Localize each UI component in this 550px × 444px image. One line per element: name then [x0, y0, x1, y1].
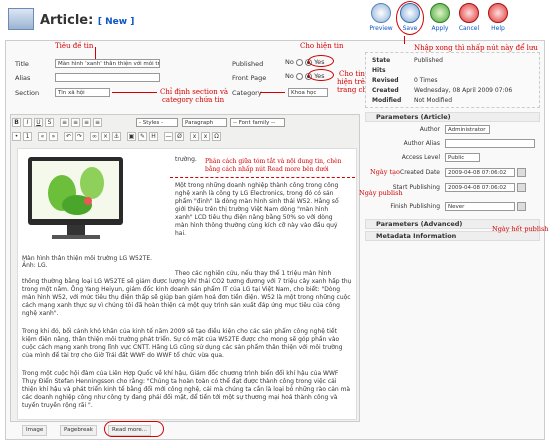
- alias-input[interactable]: [55, 73, 160, 82]
- annotation-arrow: [95, 47, 96, 59]
- annotation-title: Tiêu đề tin: [55, 42, 94, 50]
- pagebreak-button[interactable]: Pagebreak: [60, 425, 97, 436]
- styles-select[interactable]: - Styles -: [136, 118, 178, 127]
- justify-button[interactable]: ≡: [93, 118, 102, 127]
- annotation-arrow: [404, 36, 405, 44]
- align-left-button[interactable]: ≡: [60, 118, 69, 127]
- published-no-radio[interactable]: [295, 58, 303, 66]
- article-icon: [8, 8, 34, 30]
- yes-highlight: [308, 69, 334, 81]
- superscript-button[interactable]: x: [201, 132, 210, 141]
- readmore-separator: [170, 177, 355, 178]
- body-text: Theo các nghiên cứu, nếu thay thế 1 triệ…: [175, 270, 332, 277]
- monitor-image: [22, 153, 162, 253]
- calendar-icon[interactable]: [517, 168, 526, 177]
- image-button[interactable]: Image: [22, 425, 48, 436]
- html-button[interactable]: H: [149, 132, 158, 141]
- subscript-button[interactable]: x: [190, 132, 199, 141]
- body-text: Một trong những doanh nghiệp thành công …: [175, 182, 339, 237]
- created-date-input[interactable]: 2009-04-08 07:06:02: [445, 168, 515, 177]
- body-text: Trong một cuộc hội đàm của Liên Hợp Quốc…: [22, 370, 351, 409]
- body-text: Trong khi đó, bối cảnh khó khăn của kinh…: [22, 328, 343, 359]
- annotation-finish: Ngày hết publish: [492, 225, 549, 233]
- list-button[interactable]: •: [12, 132, 21, 141]
- start-publishing-input[interactable]: 2009-04-08 07:06:02: [445, 183, 515, 192]
- apply-button[interactable]: Apply: [426, 3, 454, 39]
- editor-toolbar: B I U S ≡ ≡ ≡ ≡ - Styles - Paragraph -- …: [12, 116, 358, 146]
- annotation-section-2: category chứa tin: [162, 96, 225, 104]
- yes-highlight: [308, 55, 334, 67]
- title-input[interactable]: Màn hình 'xanh' thân thiện với môi trư: [55, 59, 160, 68]
- access-level-select[interactable]: Public: [445, 153, 480, 162]
- author-alias-label: Author Alias: [403, 140, 440, 147]
- help-icon: [488, 3, 508, 23]
- annotation-front-1: Cho tin: [339, 70, 365, 78]
- annotation-section-1: Chỉ định section và: [160, 88, 229, 96]
- apply-icon: [430, 3, 450, 23]
- preview-button[interactable]: Preview: [367, 3, 395, 39]
- front-page-no-radio[interactable]: [295, 72, 303, 80]
- preview-icon: [371, 3, 391, 23]
- ordered-list-button[interactable]: 1: [23, 132, 32, 141]
- charmap-button[interactable]: Ω: [212, 132, 221, 141]
- unlink-button[interactable]: ×: [101, 132, 110, 141]
- anchor-button[interactable]: ⚓: [112, 132, 121, 141]
- section-label: Section: [15, 89, 40, 97]
- image-icon[interactable]: ▣: [127, 132, 136, 141]
- parameters-panel: Parameters (Article) Author Administrato…: [365, 112, 540, 242]
- help-button[interactable]: Help: [484, 3, 512, 39]
- font-select[interactable]: -- Font family --: [230, 118, 285, 127]
- align-center-button[interactable]: ≡: [71, 118, 80, 127]
- underline-button[interactable]: U: [34, 118, 43, 127]
- save-highlight-circle: [396, 1, 424, 35]
- calendar-icon[interactable]: [517, 202, 526, 211]
- finish-publishing-input[interactable]: Never: [445, 202, 515, 211]
- annotation-published: Cho hiện tin: [300, 42, 344, 50]
- remove-format-button[interactable]: Ø: [175, 132, 184, 141]
- author-select[interactable]: Administrator: [445, 125, 490, 134]
- finish-publishing-label: Finish Publishing: [390, 203, 440, 210]
- annotation-readmore-2: bằng cách nhấp nút Read more bên dưới: [205, 166, 329, 173]
- category-select[interactable]: Khoa học: [288, 88, 328, 97]
- annotation-start: Ngày publish: [359, 189, 403, 197]
- outdent-button[interactable]: «: [38, 132, 47, 141]
- body-text: thông thường bằng loại LG W52TE sẽ giảm …: [22, 278, 352, 317]
- cancel-button[interactable]: Cancel: [455, 3, 483, 39]
- category-label: Category: [232, 89, 262, 97]
- access-level-label: Access Level: [401, 154, 440, 161]
- align-right-button[interactable]: ≡: [82, 118, 91, 127]
- params-article-header[interactable]: Parameters (Article): [365, 112, 540, 122]
- alias-label: Alias: [15, 74, 31, 82]
- format-select[interactable]: Paragraph: [182, 118, 227, 127]
- title-label: Title: [15, 60, 29, 68]
- annotation-created: Ngày tạo: [370, 168, 400, 176]
- italic-button[interactable]: I: [23, 118, 32, 127]
- undo-button[interactable]: ↶: [64, 132, 73, 141]
- editor-buttons: Image Pagebreak Read more...: [10, 424, 360, 438]
- front-page-label: Front Page: [232, 74, 267, 82]
- author-label: Author: [419, 126, 440, 133]
- section-select[interactable]: Tin xã hội: [55, 88, 110, 97]
- readmore-highlight: [104, 421, 164, 437]
- published-label: Published: [232, 60, 264, 68]
- annotation-save: Nhập xong thì nhấp nút này để lưu: [414, 44, 538, 52]
- annotation-arrow: [112, 92, 157, 93]
- hr-button[interactable]: —: [164, 132, 173, 141]
- cleanup-icon[interactable]: ✎: [138, 132, 147, 141]
- page-title: Article: [ New ]: [40, 13, 135, 28]
- strike-button[interactable]: S: [45, 118, 54, 127]
- cancel-icon: [459, 3, 479, 23]
- author-alias-input[interactable]: [445, 139, 535, 148]
- link-button[interactable]: ∞: [90, 132, 99, 141]
- calendar-icon[interactable]: [517, 183, 526, 192]
- article-info: State Published Hits Revised 0 Times Creat…: [365, 52, 540, 108]
- bold-button[interactable]: B: [12, 118, 21, 127]
- header: Article: [ New ] Preview Save Apply Canc…: [0, 0, 550, 40]
- annotation-readmore-1: Phân cách giữa tóm tắt và nội dung tin, …: [205, 158, 342, 165]
- annotation-arrow: [260, 92, 285, 93]
- image-caption-credit: Ảnh: LG.: [22, 262, 48, 269]
- indent-button[interactable]: »: [49, 132, 58, 141]
- redo-button[interactable]: ↷: [75, 132, 84, 141]
